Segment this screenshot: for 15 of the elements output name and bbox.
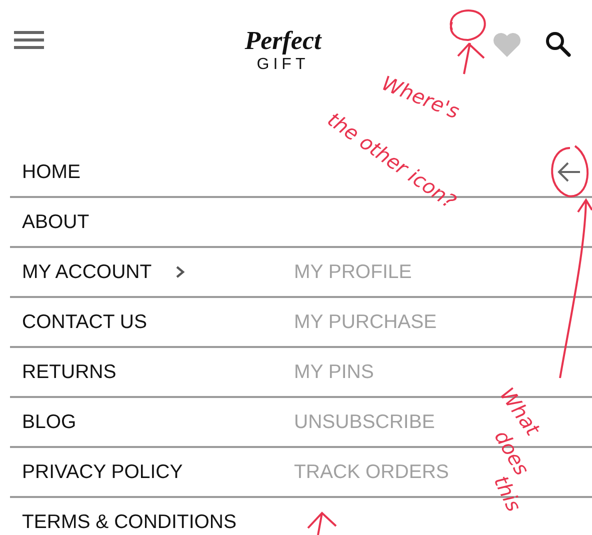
menu-item[interactable]: TERMS & CONDITIONS [22, 510, 237, 534]
menu-item[interactable]: ABOUT [22, 210, 90, 234]
menu-item[interactable]: MY ACCOUNT [22, 260, 152, 284]
back-arrow-icon[interactable] [556, 161, 582, 183]
menu-item[interactable]: RETURNS [22, 360, 116, 384]
annotation-arrow [457, 42, 485, 75]
logo-subtitle: GIFT [256, 56, 310, 74]
logo-title: Perfect [244, 28, 322, 54]
annotation-arrow [307, 512, 337, 535]
menu-item[interactable]: HOME [22, 160, 80, 184]
menu-item[interactable]: PRIVACY POLICY [22, 460, 183, 484]
menu-icon[interactable] [14, 30, 44, 50]
menu-item[interactable]: CONTACT US [22, 310, 147, 334]
menu-item[interactable]: BLOG [22, 410, 76, 434]
search-icon[interactable] [544, 30, 572, 58]
